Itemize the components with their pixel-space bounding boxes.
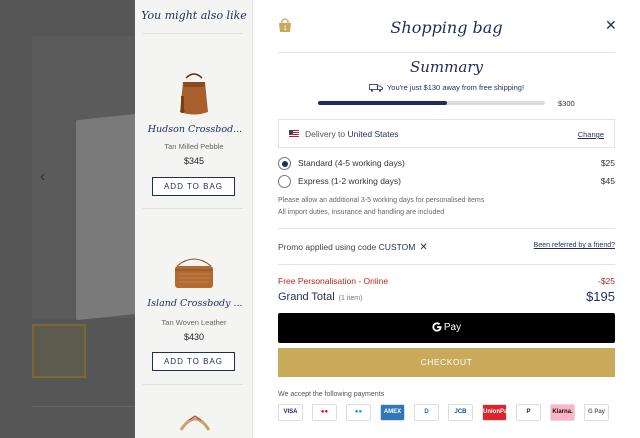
promo-code: CUSTOM (378, 242, 416, 252)
checkout-button[interactable]: CHECKOUT (278, 348, 615, 377)
recommendations-panel: You might also like Hudson Crossbod... T… (135, 0, 253, 438)
payment-google-pay-icon: G Pay (584, 404, 609, 421)
summary-title: Summary (410, 58, 483, 76)
gpay-label: Pay (443, 322, 462, 333)
truck-icon (369, 84, 383, 92)
product-color: Tan Milled Pebble (164, 142, 224, 151)
google-pay-button[interactable]: Pay (278, 313, 615, 343)
delivery-country: United States (347, 129, 399, 139)
add-to-bag-button[interactable]: ADD TO BAG (152, 177, 235, 196)
free-shipping-progress (318, 101, 545, 105)
change-delivery-link[interactable]: Change (578, 130, 604, 139)
divider (278, 264, 615, 265)
shipping-option-label: Express (1-2 working days) (298, 176, 401, 186)
recommendations-title: You might also like (141, 9, 247, 22)
product-photo (32, 36, 156, 321)
grand-total-items: (1 item) (338, 295, 363, 302)
product-color: Tan Woven Leather (161, 318, 227, 327)
radio-standard[interactable] (278, 157, 291, 170)
radio-express[interactable] (278, 175, 291, 188)
product-price: $430 (183, 332, 205, 342)
divider (32, 406, 135, 407)
divider (143, 208, 243, 209)
google-g-icon (432, 322, 442, 332)
personalisation-amount: -$25 (597, 276, 615, 286)
product-thumbnail (32, 324, 86, 378)
free-shipping-text: You're just $130 away from free shipping… (386, 83, 525, 92)
island-bag-image[interactable] (169, 250, 219, 298)
shipping-option-standard[interactable]: Standard (4-5 working days) $25 (278, 157, 615, 171)
grand-total-label: Grand Total (278, 291, 335, 303)
hudson-bag-image[interactable] (169, 70, 219, 118)
payment-jcb-icon: JCB (448, 404, 473, 421)
close-icon[interactable]: ✕ (605, 17, 617, 34)
shipping-option-price: $45 (600, 176, 615, 186)
product-name[interactable]: Island Crossbody ... (141, 298, 249, 309)
payment-amex-icon: AMEX (380, 404, 405, 421)
remove-promo-icon[interactable]: ✕ (419, 242, 427, 253)
personalisation-label: Free Personalisation - Online (278, 276, 389, 286)
shopping-bag-panel: 1 Shopping bag ✕ Summary You're just $13… (253, 0, 640, 438)
background-overlay[interactable]: ‹ (0, 0, 156, 438)
shipping-option-express[interactable]: Express (1-2 working days) $45 (278, 175, 615, 189)
delivery-destination: Delivery to United States (305, 129, 399, 139)
page: ‹ You might also like Hudson Crossbod...… (0, 0, 640, 438)
promo-prefix: Promo applied using code (278, 242, 377, 252)
personalisation-note: Please allow an additional 3-5 working d… (278, 197, 485, 204)
divider (143, 384, 243, 385)
payment-diners-icon: D (414, 404, 439, 421)
delivery-label: Delivery to (305, 129, 346, 139)
payment-klarna-icon: Klarna. (550, 404, 575, 421)
payment-unionpay-icon: UnionPay (482, 404, 511, 421)
bag-title: Shopping bag (390, 18, 503, 37)
product-image-partial[interactable] (175, 410, 215, 438)
grand-total: Grand Total (1 item) (278, 291, 362, 303)
payment-paypal-icon: P (516, 404, 541, 421)
shipping-option-label: Standard (4-5 working days) (298, 158, 405, 168)
payment-visa-icon: VISA (278, 404, 303, 421)
divider (278, 52, 615, 53)
divider (143, 33, 243, 34)
us-flag-icon (289, 130, 299, 137)
payment-mastercard-icon: ●● (312, 404, 337, 421)
add-to-bag-button[interactable]: ADD TO BAG (152, 352, 235, 371)
shipping-option-price: $25 (600, 158, 615, 168)
referred-by-friend-link[interactable]: Been referred by a friend? (534, 242, 615, 249)
grand-total-amount: $195 (586, 289, 615, 304)
payment-methods: VISA ●● ●● AMEX D JCB UnionPay P Klarna. G Pay (278, 404, 615, 422)
product-name[interactable]: Hudson Crossbod... (141, 124, 249, 135)
delivery-box: Delivery to United States Change (278, 119, 615, 148)
promo-applied: Promo applied using code CUSTOM ✕ (278, 242, 428, 253)
divider (278, 228, 615, 229)
free-shipping-message: You're just $130 away from free shipping… (253, 83, 640, 92)
product-price: $345 (183, 156, 205, 166)
progress-fill (318, 101, 448, 105)
duties-note: All import duties, insurance and handlin… (278, 209, 445, 216)
chevron-left-icon: ‹ (40, 168, 46, 185)
accepted-payments-label: We accept the following payments (278, 391, 385, 398)
payment-maestro-icon: ●● (346, 404, 371, 421)
free-shipping-threshold: $300 (558, 99, 575, 108)
